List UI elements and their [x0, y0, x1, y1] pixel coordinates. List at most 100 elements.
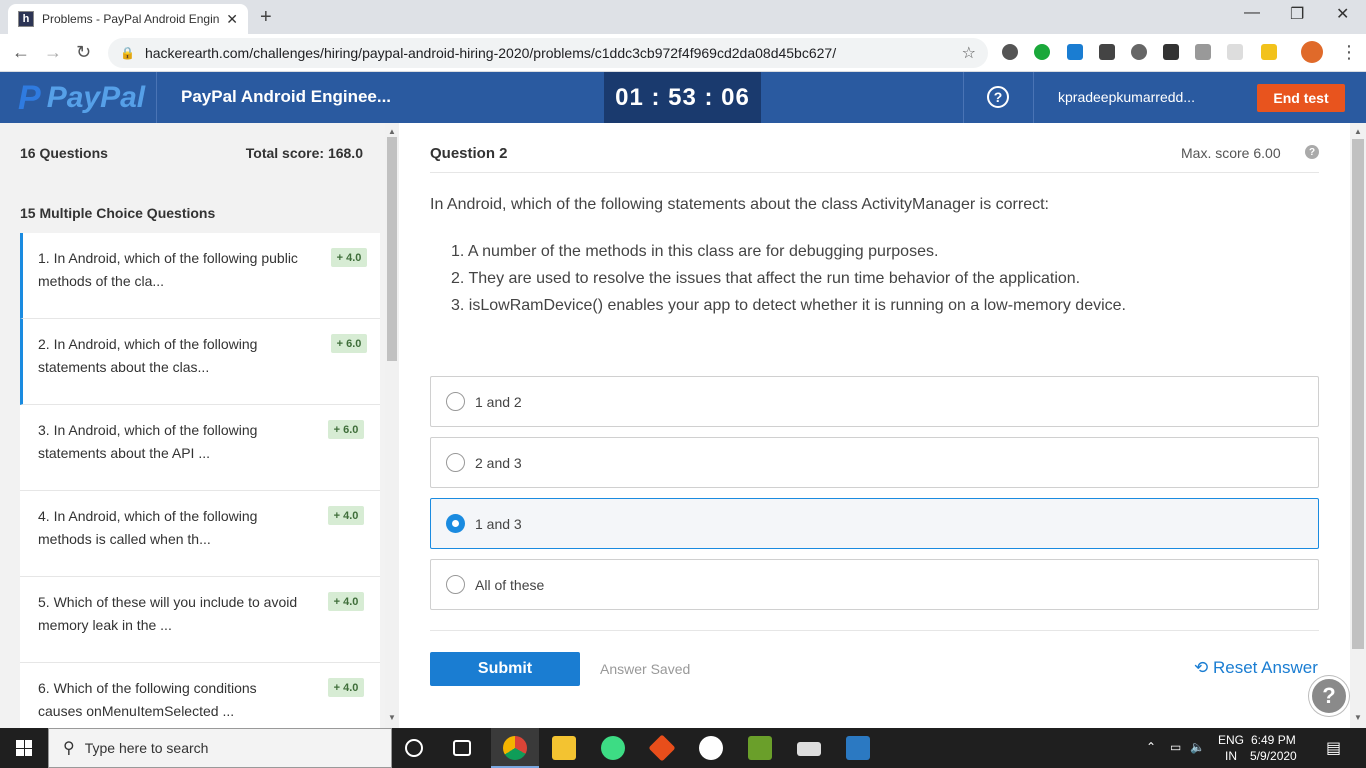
chrome-icon[interactable] — [503, 736, 527, 760]
extension-icon[interactable] — [1131, 44, 1147, 60]
taskbar-search[interactable]: ⚲ Type here to search — [48, 728, 392, 768]
statement-item: 2. They are used to resolve the issues t… — [451, 270, 1081, 287]
score-badge: + 6.0 — [328, 420, 364, 439]
question-list-item[interactable]: 6. Which of the following conditions cau… — [20, 663, 380, 728]
divider — [430, 172, 1319, 173]
header-divider — [963, 72, 964, 123]
sidebar-summary: 16 Questions Total score: 168.0 — [20, 145, 363, 161]
help-icon[interactable]: ? — [987, 86, 1009, 108]
answer-option[interactable]: 1 and 3 — [430, 498, 1319, 549]
bookmark-star-icon[interactable]: ☆ — [962, 43, 976, 63]
question-title: Question 2 — [430, 145, 508, 162]
end-test-button[interactable]: End test — [1257, 84, 1345, 112]
question-list-item[interactable]: 3. In Android, which of the following st… — [20, 405, 380, 491]
task-view-icon[interactable] — [453, 740, 471, 756]
system-clock[interactable]: 6:49 PM 5/9/2020 — [1250, 732, 1297, 764]
android-studio-icon[interactable] — [601, 736, 625, 760]
photos-icon[interactable] — [846, 736, 870, 760]
question-list-item[interactable]: 2. In Android, which of the following st… — [20, 319, 380, 405]
radio-button[interactable] — [446, 575, 465, 594]
new-tab-icon[interactable]: + — [260, 6, 272, 29]
extension-icon[interactable] — [1099, 44, 1115, 60]
extension-icon[interactable] — [1227, 44, 1243, 60]
restore-icon[interactable]: ❐ — [1290, 4, 1304, 24]
answer-option[interactable]: 2 and 3 — [430, 437, 1319, 488]
sidebar-scroll-thumb[interactable] — [387, 137, 397, 361]
scroll-up-icon[interactable]: ▲ — [1354, 127, 1362, 136]
question-list-item[interactable]: 1. In Android, which of the following pu… — [20, 233, 380, 319]
browser-toolbar: ← → ↻ 🔒 hackerearth.com/challenges/hirin… — [0, 34, 1366, 72]
tray-chevron-icon[interactable]: ⌃ — [1146, 740, 1156, 754]
file-explorer-icon[interactable] — [552, 736, 576, 760]
git-icon[interactable] — [648, 734, 676, 762]
windows-taskbar: ⚲ Type here to search ⌃ ▭ 🔈 ENG IN 6:49 … — [0, 728, 1366, 768]
score-badge: + 6.0 — [331, 334, 367, 353]
volume-icon[interactable]: 🔈 — [1190, 740, 1205, 754]
start-button[interactable] — [0, 728, 48, 768]
radio-button[interactable] — [446, 453, 465, 472]
page-scroll-thumb[interactable] — [1352, 139, 1364, 649]
score-help-icon[interactable]: ? — [1305, 145, 1319, 159]
address-bar[interactable]: 🔒 hackerearth.com/challenges/hiring/payp… — [108, 38, 988, 68]
windows-icon — [16, 740, 32, 756]
option-label: 1 and 3 — [475, 515, 522, 532]
sidebar-scrollbar[interactable]: ▲ ▼ — [385, 123, 399, 728]
radio-button[interactable] — [446, 392, 465, 411]
extension-icon[interactable] — [1002, 44, 1018, 60]
question-panel: Question 2 Max. score 6.00 ? In Android,… — [399, 123, 1350, 728]
battery-icon[interactable]: ▭ — [1170, 740, 1181, 754]
score-badge: + 4.0 — [328, 678, 364, 697]
profile-avatar[interactable] — [1301, 41, 1323, 63]
tab-close-icon[interactable]: ✕ — [226, 11, 238, 28]
question-count: 16 Questions — [20, 145, 108, 161]
test-name: PayPal Android Enginee... — [181, 87, 392, 106]
option-label: 2 and 3 — [475, 454, 522, 471]
language-indicator[interactable]: ENG IN — [1218, 732, 1244, 764]
score-badge: + 4.0 — [328, 506, 364, 525]
app-icon[interactable] — [797, 742, 821, 756]
app-icon[interactable] — [748, 736, 772, 760]
back-icon[interactable]: ← — [12, 42, 30, 63]
header-divider — [156, 72, 157, 123]
divider — [430, 630, 1319, 631]
window-close-icon[interactable]: ✕ — [1336, 4, 1349, 24]
minimize-icon[interactable]: — — [1244, 4, 1260, 22]
total-score: Total score: 168.0 — [245, 145, 363, 161]
browser-tab[interactable]: h Problems - PayPal Android Engin ✕ — [8, 4, 248, 34]
answer-option[interactable]: 1 and 2 — [430, 376, 1319, 427]
save-status: Answer Saved — [600, 661, 691, 677]
option-label: All of these — [475, 576, 545, 593]
question-list-item[interactable]: 5. Which of these will you include to av… — [20, 577, 380, 663]
section-title: 15 Multiple Choice Questions — [20, 205, 216, 221]
reset-answer-link[interactable]: ⟲ Reset Answer — [1194, 658, 1318, 678]
scroll-down-icon[interactable]: ▼ — [388, 713, 396, 722]
notification-icon[interactable]: ▤ — [1326, 738, 1341, 758]
extension-icon[interactable] — [1034, 44, 1050, 60]
lock-icon: 🔒 — [120, 46, 135, 60]
slack-icon[interactable] — [699, 736, 723, 760]
reload-icon[interactable]: ↻ — [76, 42, 91, 63]
option-label: 1 and 2 — [475, 393, 522, 410]
question-text: In Android, which of the following state… — [430, 196, 1049, 213]
page-scrollbar[interactable]: ▲ ▼ — [1350, 123, 1366, 728]
countdown-timer: 01 : 53 : 06 — [604, 72, 761, 123]
tab-title: Problems - PayPal Android Engin — [42, 12, 220, 26]
radio-button[interactable] — [446, 514, 465, 533]
username[interactable]: kpradeepkumarredd... — [1058, 89, 1195, 105]
cortana-icon[interactable] — [405, 739, 423, 757]
scroll-down-icon[interactable]: ▼ — [1354, 713, 1362, 722]
extension-icon[interactable] — [1195, 44, 1211, 60]
floating-help-icon[interactable]: ? — [1309, 676, 1349, 716]
app-header: P PayPal PayPal Android Enginee... 01 : … — [0, 72, 1366, 123]
paypal-logo: P PayPal — [18, 78, 146, 117]
menu-kebab-icon[interactable]: ⋮ — [1340, 42, 1358, 63]
score-badge: + 4.0 — [331, 248, 367, 267]
extension-icon[interactable] — [1163, 44, 1179, 60]
question-list-item[interactable]: 4. In Android, which of the following me… — [20, 491, 380, 577]
submit-button[interactable]: Submit — [430, 652, 580, 686]
forward-icon[interactable]: → — [44, 42, 62, 63]
extension-icon[interactable] — [1261, 44, 1277, 60]
answer-option[interactable]: All of these — [430, 559, 1319, 610]
extension-icon[interactable] — [1067, 44, 1083, 60]
scroll-up-icon[interactable]: ▲ — [388, 127, 396, 136]
